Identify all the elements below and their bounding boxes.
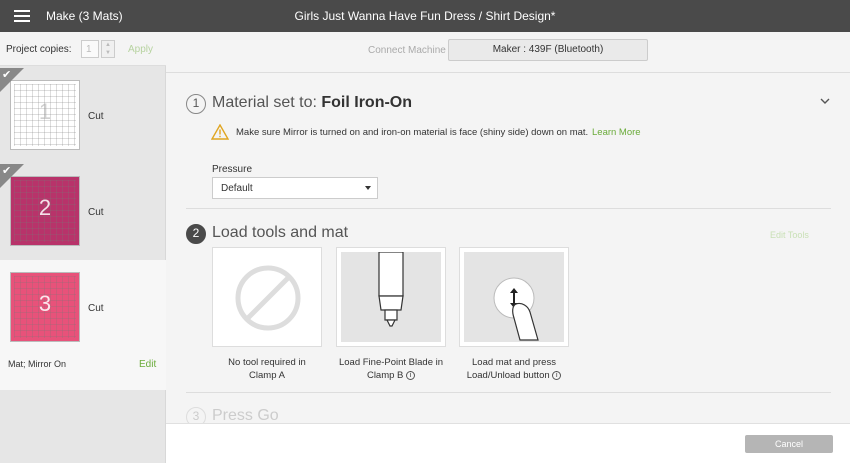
project-copies-bar: Project copies: 1 ▲ ▼ Apply — [0, 32, 166, 66]
mat-item-1[interactable]: 1 ✔ Cut — [0, 68, 166, 164]
divider — [186, 208, 831, 209]
warning-icon — [211, 124, 229, 140]
material-title: Material set to: Foil Iron-On — [212, 94, 412, 112]
mat-mirror-info: Mat; Mirror On — [8, 359, 67, 369]
tool-card-load-mat — [459, 247, 569, 347]
pressure-select[interactable]: Default — [212, 177, 378, 199]
mat-item-3[interactable]: 3 Cut — [0, 260, 166, 390]
machine-select-button[interactable]: Maker : 439F (Bluetooth) — [448, 39, 648, 61]
tool-caption-load-mat: Load mat and press Load/Unload button i — [449, 356, 579, 382]
tool-image — [217, 252, 317, 342]
document-title: Girls Just Wanna Have Fun Dress / Shirt … — [294, 9, 556, 23]
step-1-number: 1 — [186, 94, 206, 114]
divider — [186, 392, 831, 393]
tool-caption-line2: Load/Unload button — [466, 370, 550, 381]
tool-caption-clamp-b: Load Fine-Point Blade in Clamp B i — [326, 356, 456, 382]
caret-down-icon — [365, 186, 371, 190]
tool-card-clamp-b — [336, 247, 446, 347]
mirror-warning-text: Make sure Mirror is turned on and iron-o… — [236, 127, 589, 138]
edit-tools-link[interactable]: Edit Tools — [770, 230, 809, 240]
project-copies-label: Project copies: — [6, 44, 72, 55]
top-bar: Make (3 Mats) Girls Just Wanna Have Fun … — [0, 0, 850, 32]
mat-cut-label: Cut — [88, 111, 104, 122]
tool-image — [341, 251, 441, 342]
footer-bar: Cancel — [166, 423, 850, 463]
info-icon[interactable]: i — [406, 370, 416, 380]
material-name: Foil Iron-On — [321, 94, 413, 111]
mat-thumbnail: 3 — [10, 272, 80, 342]
tool-caption-line2: Clamp B — [366, 370, 404, 381]
tool-caption-line1: Load mat and press — [472, 357, 556, 368]
material-title-prefix: Material set to: — [212, 94, 322, 111]
no-tool-icon — [235, 265, 301, 331]
connect-machine-label: Connect Machine — [368, 45, 446, 56]
tool-caption-line1: No tool required in — [228, 357, 306, 368]
project-copies-input[interactable]: 1 — [81, 40, 99, 58]
mat-number: 3 — [38, 291, 52, 316]
mat-item-2[interactable]: 2 ✔ Cut — [0, 164, 166, 260]
apply-button[interactable]: Apply — [128, 44, 153, 55]
checkmark-icon: ✔ — [2, 69, 12, 81]
tool-card-clamp-a — [212, 247, 322, 347]
checkmark-icon: ✔ — [2, 165, 12, 177]
mat-cut-label: Cut — [88, 303, 104, 314]
mat-edit-link[interactable]: Edit — [139, 359, 156, 370]
info-icon[interactable]: i — [552, 370, 562, 380]
mat-sidebar: Project copies: 1 ▲ ▼ Apply 1 ✔ Cut 2 ✔ C… — [0, 32, 166, 463]
divider — [166, 72, 850, 73]
fine-point-blade-icon — [378, 251, 404, 327]
chevron-down-icon[interactable] — [820, 96, 830, 106]
tool-caption-line2: Clamp A — [249, 370, 285, 381]
mat-number: 1 — [38, 99, 52, 124]
learn-more-link[interactable]: Learn More — [592, 127, 641, 138]
tool-image — [464, 252, 564, 342]
mat-number: 2 — [38, 195, 52, 220]
main-panel: Connect Machine Maker : 439F (Bluetooth)… — [166, 32, 850, 427]
cancel-button[interactable]: Cancel — [745, 435, 833, 453]
copies-stepper[interactable]: ▲ ▼ — [101, 40, 115, 58]
load-tools-title: Load tools and mat — [212, 224, 349, 241]
load-button-icon — [493, 277, 539, 341]
mat-cut-label: Cut — [88, 207, 104, 218]
step-2-number: 2 — [186, 224, 206, 244]
tool-caption-line1: Load Fine-Point Blade in — [338, 357, 444, 368]
pressure-label: Pressure — [212, 164, 253, 175]
tool-caption-clamp-a: No tool required in Clamp A — [202, 356, 332, 382]
pressure-value: Default — [221, 183, 253, 194]
